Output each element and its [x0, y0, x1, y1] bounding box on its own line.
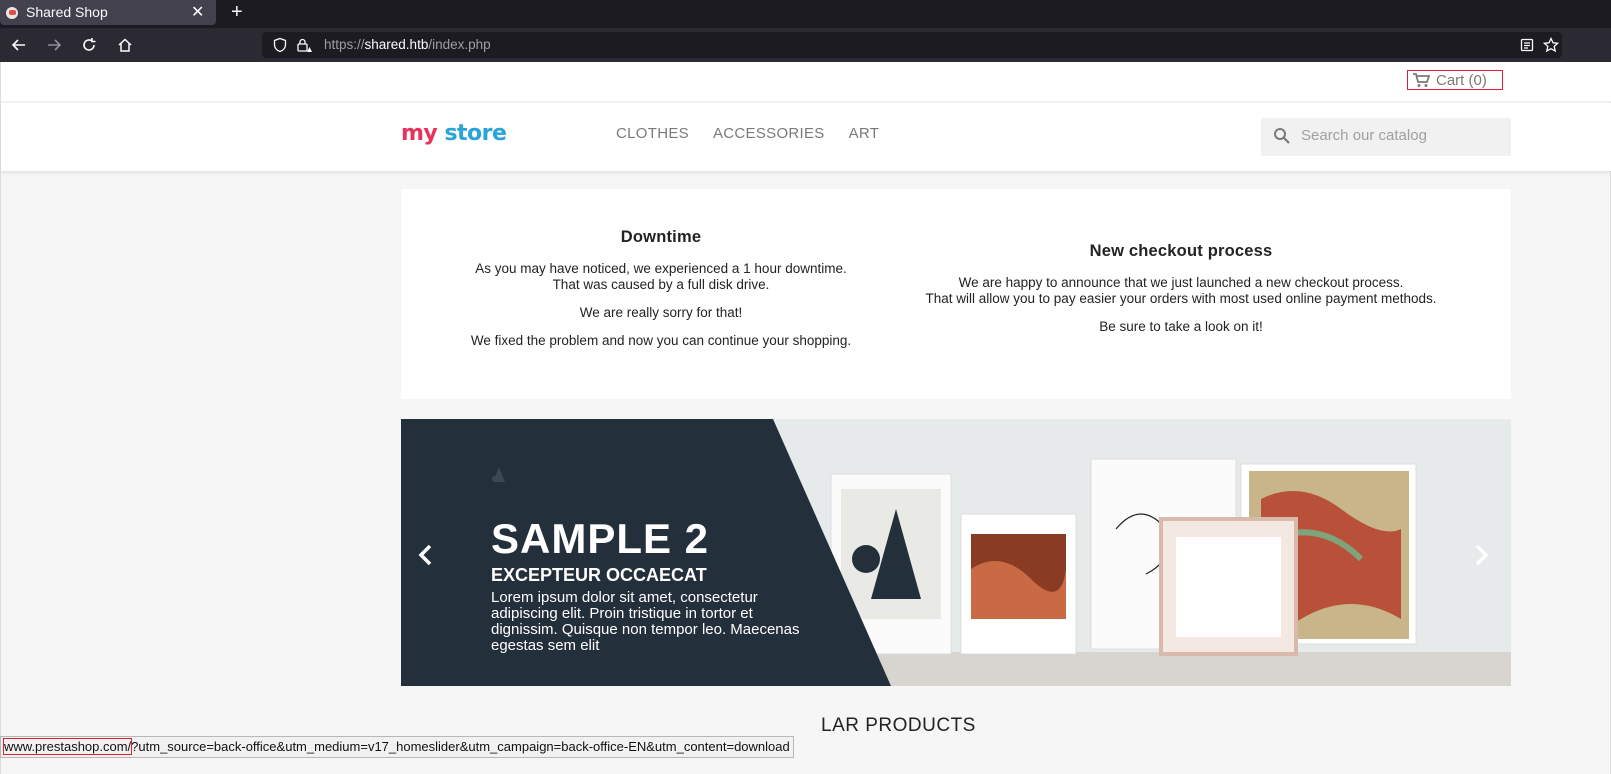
link-status-bar: www.prestashop.com/?utm_source=back-offi… [0, 736, 794, 758]
site-header: my store CLOTHES ACCESSORIES ART [1, 103, 1611, 171]
home-slider[interactable]: SAMPLE 2 EXCEPTEUR OCCAECAT Lorem ipsum … [401, 419, 1511, 686]
reader-mode-icon[interactable] [1519, 37, 1535, 53]
page-viewport: Cart (0) my store CLOTHES ACCESSORIES AR… [0, 62, 1611, 774]
url-text[interactable]: https://shared.htb/index.php [324, 37, 491, 52]
search-icon[interactable] [1273, 127, 1291, 145]
menu-item-clothes[interactable]: CLOTHES [616, 125, 689, 142]
close-tab-icon[interactable]: ✕ [191, 2, 204, 21]
url-path: /index.php [428, 37, 491, 52]
url-scheme: https:// [324, 37, 365, 52]
browser-tab-bar: Shared Shop ✕ + [0, 0, 1611, 28]
search-box [1261, 118, 1511, 156]
logo-part-my: my [401, 121, 438, 146]
url-bar[interactable]: https://shared.htb/index.php [262, 32, 1562, 58]
slider-prev-icon[interactable] [416, 543, 436, 567]
notice-downtime: Downtime As you may have noticed, we exp… [441, 228, 881, 361]
slider-next-icon[interactable] [1471, 543, 1491, 567]
cart-link[interactable]: Cart (0) [1407, 70, 1503, 90]
shield-icon[interactable] [272, 37, 288, 53]
back-icon[interactable] [8, 34, 30, 56]
status-url-domain: www.prestashop.com/ [2, 738, 133, 755]
status-url-query: ?utm_source=back-office&utm_medium=v17_h… [131, 739, 790, 754]
notice-downtime-paragraph: As you may have noticed, we experienced … [475, 261, 847, 292]
slide-subtitle: EXCEPTEUR OCCAECAT [491, 565, 707, 585]
slide-title: SAMPLE 2 [491, 515, 710, 562]
menu-item-accessories[interactable]: ACCESSORIES [713, 125, 825, 142]
forward-icon[interactable] [43, 34, 65, 56]
top-nav: Cart (0) [1, 62, 1611, 102]
store-logo[interactable]: my store [401, 121, 507, 146]
menu-item-art[interactable]: ART [849, 125, 880, 142]
notice-downtime-paragraph: We are really sorry for that! [579, 305, 743, 320]
cart-icon [1413, 73, 1430, 87]
favicon-icon [6, 7, 18, 19]
new-tab-button[interactable]: + [231, 1, 243, 24]
notice-checkout-title: New checkout process [1089, 242, 1273, 260]
notice-block: Downtime As you may have noticed, we exp… [401, 189, 1511, 399]
notice-checkout: New checkout process We are happy to ann… [881, 242, 1481, 347]
notice-downtime-title: Downtime [620, 228, 702, 246]
cart-label: Cart (0) [1436, 71, 1487, 89]
home-icon[interactable] [114, 34, 136, 56]
section-title-popular-products: LAR PRODUCTS [821, 715, 976, 736]
slide-text: Lorem ipsum dolor sit amet, consectetur … [491, 589, 800, 654]
browser-nav-bar: https://shared.htb/index.php [0, 28, 1611, 62]
main-menu: CLOTHES ACCESSORIES ART [616, 125, 879, 142]
notice-checkout-paragraph: Be sure to take a look on it! [1099, 319, 1263, 334]
search-input[interactable] [1301, 127, 1501, 144]
bookmark-star-icon[interactable] [1542, 36, 1560, 53]
logo-part-store: store [444, 121, 507, 146]
notice-checkout-paragraph: We are happy to announce that we just la… [925, 275, 1437, 306]
lock-warning-icon[interactable] [296, 37, 312, 53]
url-host: shared.htb [364, 37, 429, 52]
reload-icon[interactable] [78, 34, 100, 56]
browser-tab[interactable]: Shared Shop ✕ [0, 0, 216, 25]
tab-title: Shared Shop [26, 4, 108, 20]
notice-downtime-paragraph: We fixed the problem and now you can con… [470, 333, 852, 348]
